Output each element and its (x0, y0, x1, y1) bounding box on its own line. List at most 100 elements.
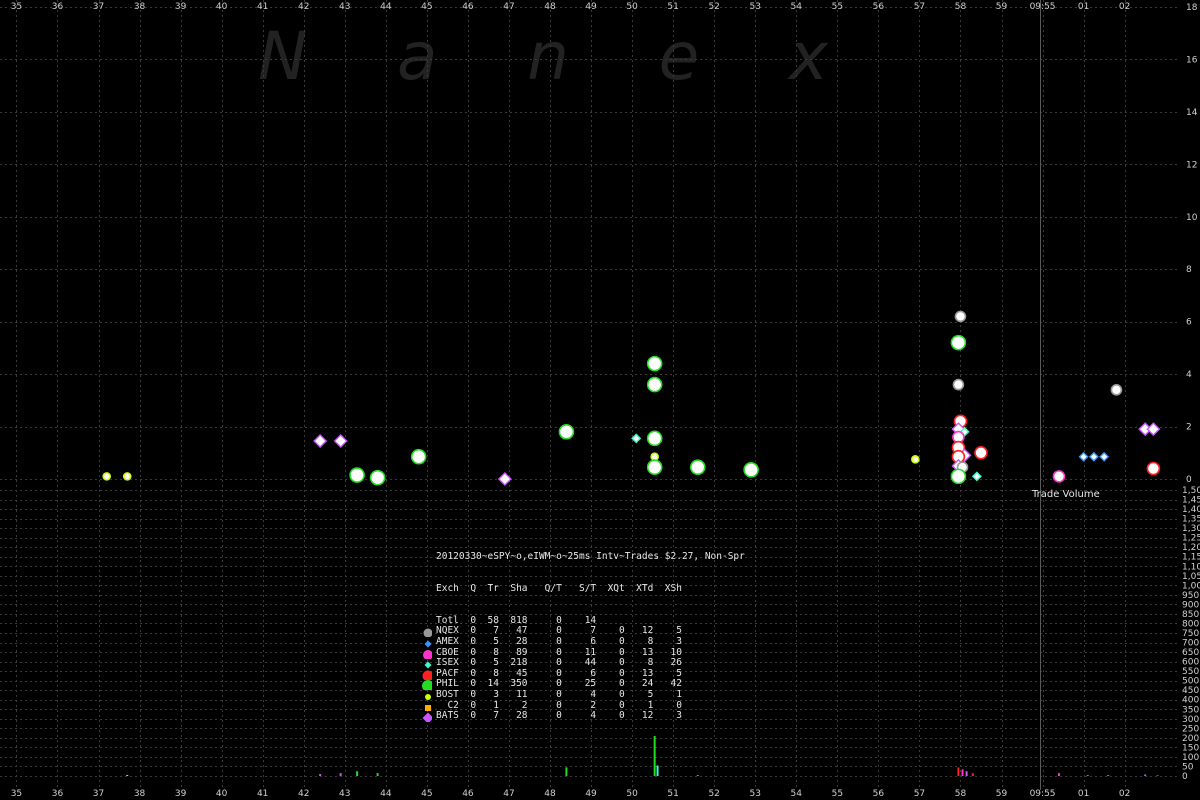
price-tick-label: 0 (1186, 475, 1192, 485)
x-tick-label: 54 (791, 2, 803, 12)
trade-point (1088, 451, 1099, 462)
volume-bars (126, 735, 1159, 776)
x-tick-label: 47 (503, 2, 514, 12)
x-tick-label: 40 (216, 2, 228, 12)
x-tick-label: 52 (708, 2, 719, 12)
legend-row-text: AMEX 0 5 28 0 6 0 8 3 (436, 635, 682, 647)
x-tick-label: 46 (462, 789, 474, 799)
volume-tick-label: 850 (1182, 610, 1199, 620)
x-tick-label: 47 (503, 789, 514, 799)
volume-tick-label: 1,200 (1182, 543, 1200, 553)
trade-point (974, 445, 988, 460)
volume-axis-label: Trade Volume (1032, 489, 1100, 500)
trade-point (369, 469, 386, 486)
volume-tick-label: 500 (1182, 677, 1199, 687)
x-tick-label: 09:55 (1030, 789, 1056, 799)
trade-point (911, 455, 920, 464)
legend-marker-amex (424, 640, 432, 648)
legend-header-text: Exch Q Tr Sha Q/T S/T XQt XTd XSh (436, 582, 682, 594)
trade-point (313, 433, 328, 448)
trade-point (1146, 422, 1161, 437)
legend-title: 20120330~eSPY~o,eIWM~o~25ms Intv~Trades … (422, 552, 745, 563)
trade-point (1110, 384, 1123, 396)
trade-point (646, 376, 663, 393)
x-tick-label: 57 (914, 789, 925, 799)
legend-marker-cboe (423, 649, 432, 659)
volume-tick-label: 450 (1182, 686, 1199, 696)
price-tick-label: 16 (1186, 55, 1198, 65)
x-tick-label: 54 (791, 789, 803, 799)
volume-bar (957, 767, 960, 776)
trade-point (646, 459, 663, 476)
trade-point (102, 472, 112, 481)
x-tick-label: 58 (955, 2, 967, 12)
volume-tick-label: 900 (1182, 600, 1199, 610)
price-axis-ticks: 0 2 4 6 8 10 12 14 16 18 (1186, 3, 1198, 485)
volume-tick-label: 400 (1182, 696, 1199, 706)
x-tick-label: 44 (380, 789, 392, 799)
trade-point (743, 462, 759, 478)
volume-tick-label: 0 (1182, 772, 1188, 782)
trade-point (1146, 461, 1161, 476)
x-tick-label: 53 (750, 2, 761, 12)
legend-row-c2: C2 0 1 2 0 2 0 1 0 (422, 700, 682, 712)
volume-tick-label: 250 (1182, 724, 1199, 734)
volume-tick-label: 50 (1182, 762, 1194, 772)
legend-row-bats: BATS 0 7 28 0 4 0 12 3 (422, 710, 682, 723)
x-tick-label: 55 (832, 2, 843, 12)
volume-tick-label: 1,350 (1182, 515, 1200, 525)
x-tick-label: 50 (626, 2, 638, 12)
x-tick-label: 53 (750, 789, 761, 799)
price-points (102, 310, 1161, 486)
price-tick-label: 6 (1186, 318, 1192, 328)
x-tick-label: 40 (216, 789, 228, 799)
trade-point (646, 430, 663, 447)
x-tick-label: 46 (462, 2, 474, 12)
volume-bar (356, 771, 359, 776)
volume-bar (319, 774, 322, 776)
trade-point (952, 378, 965, 391)
volume-tick-label: 1,450 (1182, 496, 1200, 506)
volume-bar (1144, 774, 1147, 776)
price-tick-label: 4 (1186, 370, 1192, 380)
volume-bar (965, 771, 968, 776)
x-tick-label: 35 (11, 789, 22, 799)
volume-tick-label: 700 (1182, 639, 1199, 649)
legend-header: Exch Q Tr Sha Q/T S/T XQt XTd XSh (422, 583, 682, 595)
volume-bar (653, 735, 656, 776)
x-tick-label: 38 (134, 789, 146, 799)
price-tick-label: 18 (1186, 3, 1198, 13)
trade-point (646, 355, 663, 372)
x-tick-label: 02 (1119, 2, 1130, 12)
price-tick-label: 12 (1186, 160, 1197, 170)
x-tick-label: 01 (1078, 789, 1089, 799)
x-tick-label: 35 (11, 2, 22, 12)
x-tick-label: 56 (873, 2, 885, 12)
legend-row-totl: Totl 0 58 818 0 14 (422, 615, 596, 627)
volume-bar (1086, 775, 1089, 776)
legend-row-text: BATS 0 7 28 0 4 0 12 3 (436, 710, 682, 722)
legend-marker-bats (422, 712, 432, 723)
x-tick-label: 57 (914, 2, 925, 12)
trade-point (497, 472, 512, 486)
legend-title-text: 20120330~eSPY~o,eIWM~o~25ms Intv~Trades … (436, 551, 745, 563)
volume-tick-label: 1,150 (1182, 553, 1200, 563)
legend-marker-bost (425, 693, 431, 700)
volume-bar (126, 775, 129, 776)
x-tick-label: 41 (257, 789, 268, 799)
trade-point (971, 471, 982, 482)
x-tick-label: 49 (585, 789, 597, 799)
x-tick-label: 58 (955, 789, 967, 799)
x-tick-label: 41 (257, 2, 268, 12)
volume-bar (1107, 775, 1110, 776)
x-tick-label: 37 (93, 789, 104, 799)
trade-point (349, 467, 365, 483)
volume-tick-label: 300 (1182, 715, 1199, 725)
x-tick-label: 51 (667, 789, 678, 799)
trade-point (1099, 451, 1110, 462)
legend-row-cboe: CBOE 0 8 89 0 11 0 13 10 (422, 647, 682, 659)
price-tick-label: 14 (1186, 108, 1198, 118)
volume-tick-label: 950 (1182, 591, 1199, 601)
volume-bar (656, 765, 659, 776)
volume-bar (971, 773, 974, 776)
